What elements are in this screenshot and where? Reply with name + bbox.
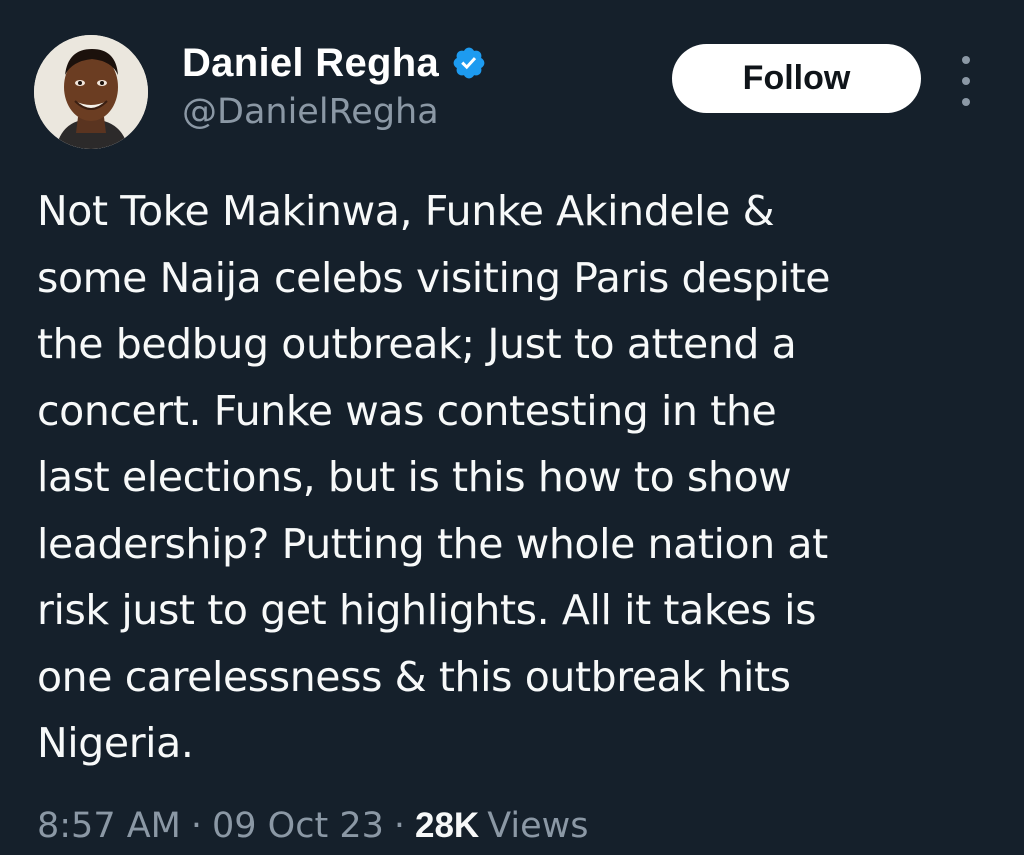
more-options-icon[interactable] (952, 56, 980, 106)
tweet-meta: 8:57 AM · 09 Oct 23 · 28K Views (37, 806, 589, 846)
more-dot (962, 56, 970, 64)
tweet-time[interactable]: 8:57 AM (37, 806, 181, 846)
tweet-text: Not Toke Makinwa, Funke Akindele & some … (37, 187, 831, 767)
author-name-row: Daniel Regha (182, 38, 487, 88)
profile-photo-icon (34, 35, 148, 149)
more-dot (962, 98, 970, 106)
more-dot (962, 77, 970, 85)
meta-separator: · (393, 806, 405, 846)
author-display-name[interactable]: Daniel Regha (182, 41, 439, 86)
tweet-card: Daniel Regha @DanielRegha Follow Not Tok… (0, 0, 1024, 855)
avatar[interactable] (34, 35, 148, 149)
tweet-date[interactable]: 09 Oct 23 (212, 806, 384, 846)
views-count[interactable]: 28K (415, 806, 479, 846)
views-label[interactable]: Views (487, 806, 588, 846)
follow-button[interactable]: Follow (672, 44, 921, 113)
verified-badge-icon[interactable] (451, 45, 487, 81)
author-handle[interactable]: @DanielRegha (182, 92, 439, 132)
meta-separator: · (190, 806, 203, 846)
